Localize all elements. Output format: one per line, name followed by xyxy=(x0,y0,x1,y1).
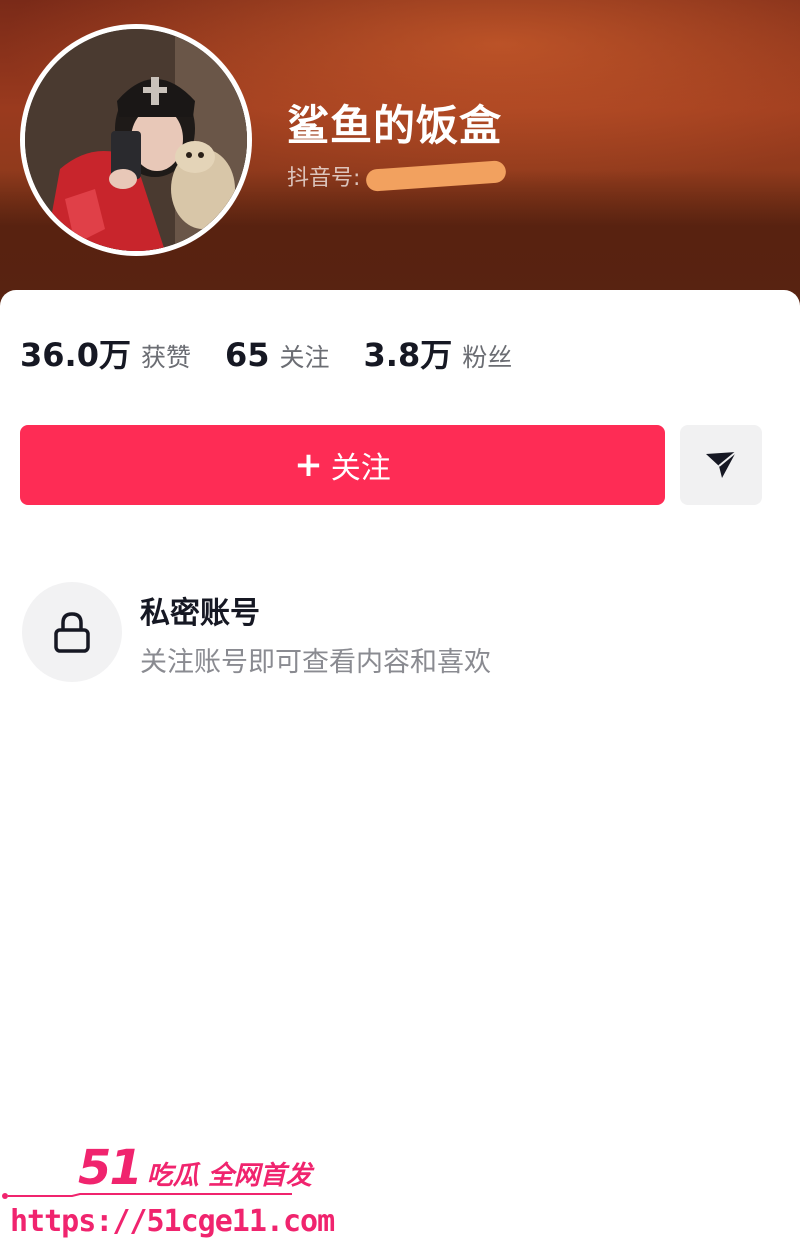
watermark-url: https://51cge11.com xyxy=(10,1204,335,1239)
douyin-id: 抖音号: xyxy=(287,160,508,192)
follow-button[interactable]: + 关注 xyxy=(20,425,665,505)
watermark-brand-number: 51 xyxy=(78,1140,143,1196)
stat-following[interactable]: 65 关注 xyxy=(225,336,330,374)
watermark-brand: 51 吃瓜 全网首发 xyxy=(78,1140,312,1196)
douyin-id-label: 抖音号: xyxy=(287,166,361,191)
profile-name: 鲨鱼的饭盒 xyxy=(287,101,503,150)
share-button[interactable] xyxy=(680,425,762,505)
stat-following-value: 65 xyxy=(224,336,270,374)
watermark-divider xyxy=(2,1193,292,1199)
avatar[interactable] xyxy=(20,24,252,256)
stats-row: 36.0万 获赞 65 关注 3.8万 粉丝 xyxy=(20,330,546,376)
stat-following-label: 关注 xyxy=(279,343,330,372)
stat-likes[interactable]: 36.0万 获赞 xyxy=(20,330,191,376)
follow-button-label: 关注 xyxy=(330,451,391,486)
douyin-id-redaction xyxy=(365,160,508,192)
stat-followers-label: 粉丝 xyxy=(462,343,513,372)
avatar-photo xyxy=(25,29,247,251)
stat-followers-value: 3.8万 xyxy=(363,336,453,374)
plus-icon: + xyxy=(294,445,323,485)
send-arrow-icon xyxy=(706,451,737,478)
lock-icon xyxy=(54,612,90,653)
stat-likes-value: 36.0万 xyxy=(20,336,131,374)
stat-likes-label: 获赞 xyxy=(140,343,191,372)
private-account-lock xyxy=(22,582,122,682)
avatar-illustration xyxy=(25,29,247,251)
private-account-title: 私密账号 xyxy=(140,596,260,631)
watermark-brand-text: 吃瓜 全网首发 xyxy=(146,1161,312,1191)
private-account-description: 关注账号即可查看内容和喜欢 xyxy=(140,647,491,678)
stat-followers[interactable]: 3.8万 粉丝 xyxy=(364,330,513,376)
